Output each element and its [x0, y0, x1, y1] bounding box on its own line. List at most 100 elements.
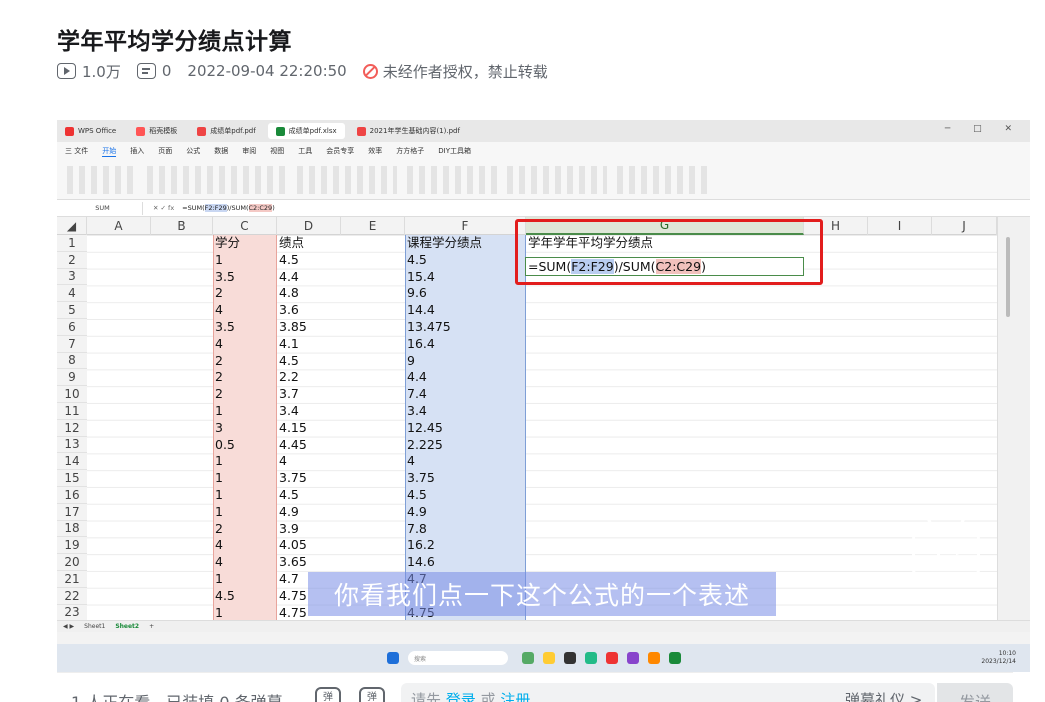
gpa-cell: 4.7 — [279, 571, 299, 586]
column-header: F — [405, 217, 526, 235]
app-icon — [648, 652, 660, 664]
danmaku-stat: 0 — [136, 62, 172, 80]
row-header: 20 — [57, 554, 87, 571]
danmaku-toggle-icon[interactable]: 弹 — [315, 687, 341, 702]
danmaku-bar: 1 人正在看，已装填 0 条弹幕 弹 弹 请先 登录 或 注册 弹幕礼仪 > 发… — [57, 672, 1013, 702]
scroll-thumb[interactable] — [1006, 237, 1010, 317]
column-header: B — [151, 217, 213, 235]
menu-item: 视图 — [270, 147, 285, 155]
credit-cell: 1 — [215, 571, 223, 586]
gpa-cell: 3.85 — [279, 319, 307, 334]
xlsx-taskbar-icon — [669, 652, 681, 664]
views-count: 1.0万 — [82, 62, 121, 81]
menu-item: 公式 — [186, 147, 201, 155]
danmaku-count: 0 — [161, 62, 172, 80]
menu-item: 效率 — [368, 147, 383, 155]
row-header: 4 — [57, 285, 87, 303]
credit-cell: 0.5 — [215, 436, 235, 452]
wps-menubar: 三 文件 开始 插入 页面 公式 数据 审阅 视图 工具 会员专享 效率 方方格… — [57, 142, 1030, 160]
gpa-cell: 4.45 — [279, 436, 307, 452]
name-box: SUM — [63, 201, 143, 215]
register-link[interactable]: 注册 — [500, 691, 530, 702]
row-header: 9 — [57, 369, 87, 387]
windows-taskbar: 搜索 10:10 2023/12/14 — [57, 644, 1030, 672]
credit-cell: 1 — [215, 403, 223, 418]
column-header: C — [213, 217, 277, 235]
credit-cell: 4.5 — [215, 587, 235, 603]
row-header: 13 — [57, 436, 87, 454]
row-header: 12 — [57, 419, 87, 437]
gpa-cell: 3.9 — [279, 520, 299, 536]
column-header: E — [341, 217, 405, 235]
pdf-icon — [197, 126, 207, 136]
formula-bar: SUM ✕ ✓ fx =SUM(F2:F29)/SUM(C2:C29) — [57, 200, 1030, 217]
credit-cell: 1 — [215, 251, 223, 267]
views-stat: 1.0万 — [57, 61, 121, 82]
credit-cell: 2 — [215, 285, 223, 301]
wps-tab: 成绩单pdf.pdf — [189, 123, 263, 139]
gpa-cell: 3.4 — [279, 403, 299, 418]
video-meta: 1.0万 0 2022-09-04 22:20:50 未经作者授权，禁止转载 — [57, 61, 564, 81]
credit-cell: 4 — [215, 335, 223, 351]
gpa-cell: 4 — [279, 453, 287, 469]
taskbar-clock: 10:10 2023/12/14 — [981, 650, 1016, 665]
row-header: 6 — [57, 319, 87, 336]
danmaku-settings-icon[interactable]: 弹 — [359, 687, 385, 702]
play-button-icon[interactable] — [912, 525, 980, 583]
video-title: 学年平均学分绩点计算 — [57, 29, 292, 55]
corner-cell: ◢ — [57, 217, 87, 235]
gpa-cell: 4.8 — [279, 285, 299, 301]
menu-item: 审阅 — [242, 147, 257, 155]
xlsx-icon — [275, 126, 285, 136]
column-header: A — [87, 217, 151, 235]
course-points-cell: 14.6 — [407, 554, 435, 570]
danmaku-etiquette-link[interactable]: 弹幕礼仪 > — [845, 689, 922, 702]
docer-icon — [136, 126, 146, 136]
menu-item: 三 文件 — [65, 147, 89, 155]
row-header: 17 — [57, 503, 87, 521]
formula-bar-content: =SUM(F2:F29)/SUM(C2:C29) — [182, 204, 275, 212]
add-sheet-icon: + — [149, 623, 155, 630]
course-points-cell: 16.2 — [407, 537, 435, 553]
vertical-scrollbar[interactable] — [997, 217, 1030, 620]
gpa-cell: 4.05 — [279, 537, 307, 553]
course-points-cell: 4.5 — [407, 251, 427, 267]
credit-cell: 1 — [215, 470, 223, 486]
row-header: 15 — [57, 470, 87, 487]
play-count-icon — [57, 63, 76, 79]
header-cell-credits: 学分 — [215, 235, 241, 250]
gpa-cell: 4.75 — [279, 604, 307, 620]
fx-icon: ✕ ✓ fx — [153, 204, 175, 212]
login-link[interactable]: 登录 — [446, 691, 476, 702]
credit-cell: 1 — [215, 503, 223, 519]
window-controls: ─ □ ✕ — [944, 124, 1022, 134]
send-button[interactable]: 发送 — [937, 683, 1013, 702]
row-header: 22 — [57, 587, 87, 605]
credit-cell: 4 — [215, 302, 223, 318]
row-header: 1 — [57, 235, 87, 252]
row-header: 8 — [57, 352, 87, 370]
highlight-box — [515, 219, 823, 285]
course-points-cell: 13.475 — [407, 319, 451, 334]
column-header: I — [868, 217, 932, 235]
menu-item: 数据 — [214, 147, 229, 155]
course-points-cell: 16.4 — [407, 335, 435, 351]
gpa-cell: 4.75 — [279, 587, 307, 603]
gpa-cell: 4.5 — [279, 487, 299, 502]
copyright-text: 未经作者授权，禁止转载 — [382, 62, 548, 81]
video-player[interactable]: WPS Office 稻壳模板 成绩单pdf.pdf 成绩单pdf.xlsx 2… — [57, 120, 1030, 672]
row-header: 10 — [57, 386, 87, 403]
row-header: 18 — [57, 520, 87, 538]
gpa-cell: 2.2 — [279, 369, 299, 385]
app-icon — [627, 652, 639, 664]
course-points-cell: 12.45 — [407, 419, 443, 435]
danmaku-icon — [136, 63, 156, 79]
course-points-cell: 4 — [407, 453, 415, 469]
copyright-notice: 未经作者授权，禁止转载 — [362, 61, 548, 82]
menu-item-active: 开始 — [102, 146, 117, 157]
wps-tab: 2021年学生基础内容(1).pdf — [349, 123, 468, 139]
menu-item: 工具 — [298, 147, 313, 155]
gpa-cell: 4.5 — [279, 251, 299, 267]
windows-start-icon — [387, 652, 399, 664]
course-points-cell: 7.4 — [407, 386, 427, 402]
